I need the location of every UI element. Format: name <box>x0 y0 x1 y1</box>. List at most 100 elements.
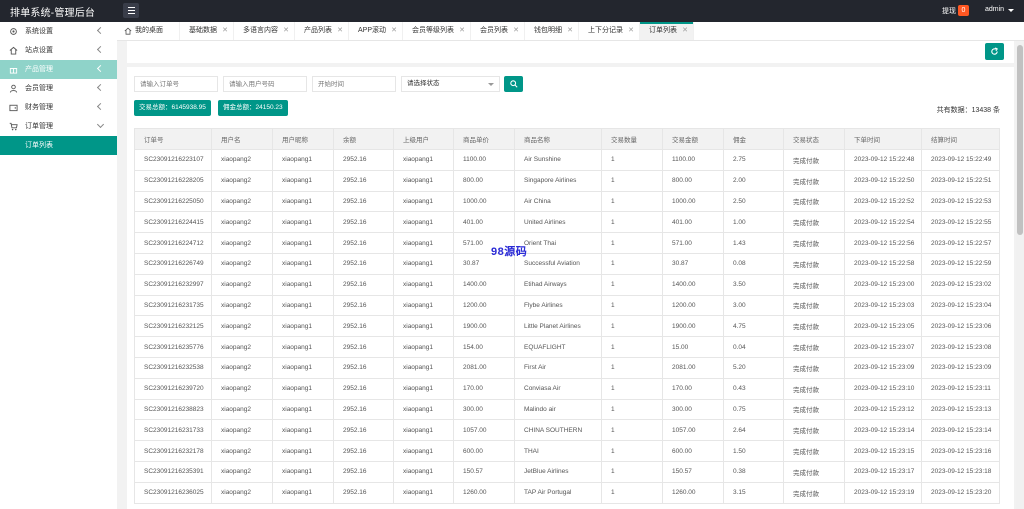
user-menu[interactable]: admin <box>985 6 1004 13</box>
close-icon[interactable]: ✕ <box>337 22 343 40</box>
scrollbar-thumb[interactable] <box>1017 45 1023 235</box>
table-cell: xiaopang2 <box>211 149 273 171</box>
close-icon[interactable]: ✕ <box>682 22 688 40</box>
table-cell: xiaopang1 <box>272 294 334 317</box>
table-row[interactable]: SC23091216223107 xiaopang2 xiaopang1 2952.1… <box>134 149 1000 171</box>
table-row[interactable]: SC23091216232125 xiaopang2 xiaopang1 2952.1… <box>134 315 1000 338</box>
sidebar-item-finance-management[interactable]: 财务管理 <box>0 98 117 117</box>
tab-wallet-details[interactable]: 钱包明细 ✕ <box>525 22 580 40</box>
close-icon[interactable]: ✕ <box>567 22 573 40</box>
close-icon[interactable]: ✕ <box>513 22 519 40</box>
table-row[interactable]: SC23091216231735 xiaopang2 xiaopang1 2952.1… <box>134 294 1000 317</box>
table-cell: xiaopang2 <box>211 398 273 421</box>
commission-total-button[interactable]: 佣金总额：24150.23 <box>218 100 288 116</box>
main-content: 请选择状态 交易总额：6145938.95 佣金总额：24150.23 共有数据… <box>127 41 1014 509</box>
table-cell: 完成付款 <box>783 377 845 400</box>
tab-app-scroll[interactable]: APP滚动 ✕ <box>349 22 404 40</box>
table-row[interactable]: SC23091216228205 xiaopang2 xiaopang1 2952.1… <box>134 169 1000 192</box>
sidebar-item-site-settings[interactable]: 站点设置 <box>0 41 117 60</box>
table-cell: xiaopang1 <box>272 356 334 379</box>
table-cell: 1000.00 <box>662 190 724 213</box>
table-cell: 1900.00 <box>662 315 724 338</box>
user-phone-input[interactable] <box>223 76 307 92</box>
sidebar-subitem-order-list[interactable]: 订单列表 <box>0 136 117 155</box>
withdraw-link[interactable]: 提现 <box>942 6 956 16</box>
sidebar-item-product-management[interactable]: 产品管理 <box>0 60 117 79</box>
tab-balance-records[interactable]: 上下分记录 ✕ <box>579 22 641 40</box>
table-row[interactable]: SC23091216226749 xiaopang2 xiaopang1 2952.1… <box>134 252 1000 275</box>
table-cell: THAI <box>514 440 602 462</box>
table-cell: 0.75 <box>723 398 784 421</box>
sidebar-item-member-management[interactable]: 会员管理 <box>0 79 117 98</box>
sidebar-item-order-management[interactable]: 订单管理 <box>0 117 117 136</box>
table-row[interactable]: SC23091216225050 xiaopang2 xiaopang1 2952.1… <box>134 190 1000 213</box>
table-cell: 1 <box>601 481 663 504</box>
table-cell: 2023-09-12 15:23:18 <box>921 460 1000 483</box>
trade-total-button[interactable]: 交易总额：6145938.95 <box>134 100 211 116</box>
table-row[interactable]: SC23091216232538 xiaopang2 xiaopang1 2952.1… <box>134 356 1000 379</box>
table-row[interactable]: SC23091216224415 xiaopang2 xiaopang1 2952.1… <box>134 211 1000 234</box>
table-cell: 完成付款 <box>783 460 845 483</box>
table-cell: 150.57 <box>453 460 515 483</box>
table-cell: 2023-09-12 15:23:12 <box>844 398 922 421</box>
close-icon[interactable]: ✕ <box>222 22 228 40</box>
table-cell: xiaopang1 <box>393 190 454 213</box>
table-row[interactable]: SC23091216231733 xiaopang2 xiaopang1 2952.1… <box>134 419 1000 442</box>
table-cell: 1400.00 <box>453 273 515 296</box>
table-cell: 2952.16 <box>333 169 394 192</box>
table-row[interactable]: SC23091216235391 xiaopang2 xiaopang1 2952.1… <box>134 460 1000 483</box>
table-cell: SC23091216235391 <box>134 460 212 483</box>
table-cell: 154.00 <box>453 336 515 358</box>
tab-member-levels[interactable]: 会员等级列表 ✕ <box>403 22 472 40</box>
menu-toggle-button[interactable] <box>123 3 139 18</box>
tab-product-list[interactable]: 产品列表 ✕ <box>295 22 349 40</box>
tab-multilingual[interactable]: 多语言内容 ✕ <box>234 22 295 40</box>
refresh-button[interactable] <box>985 43 1004 60</box>
table-row[interactable]: SC23091216238823 xiaopang2 xiaopang1 2952.1… <box>134 398 1000 421</box>
table-cell: 2023-09-12 15:22:52 <box>844 190 922 213</box>
tab-label: 会员列表 <box>480 27 509 34</box>
sidebar-item-system-settings[interactable]: 系统设置 <box>0 22 117 41</box>
table-cell: SC23091216232997 <box>134 273 212 296</box>
tab-member-list[interactable]: 会员列表 ✕ <box>471 22 526 40</box>
table-cell: 完成付款 <box>783 252 845 275</box>
table-cell: xiaopang2 <box>211 377 273 400</box>
table-cell: 600.00 <box>662 440 724 462</box>
table-cell: 2023-09-12 15:23:14 <box>921 419 1000 442</box>
tab-order-list[interactable]: 订单列表 ✕ <box>640 22 695 40</box>
table-cell: 1 <box>601 460 663 483</box>
table-cell: 1260.00 <box>453 481 515 504</box>
tab-my-desktop[interactable]: 我的桌面 <box>117 22 180 40</box>
table-cell: 1.00 <box>723 211 784 234</box>
table-cell: 2952.16 <box>333 460 394 483</box>
table-cell: xiaopang1 <box>393 460 454 483</box>
table-cell: SC23091216235776 <box>134 336 212 358</box>
table-cell: 2023-09-12 15:22:53 <box>921 190 1000 213</box>
table-row[interactable]: SC23091216239720 xiaopang2 xiaopang1 2952.1… <box>134 377 1000 400</box>
status-select[interactable]: 请选择状态 <box>401 76 500 92</box>
close-icon[interactable]: ✕ <box>283 22 289 40</box>
table-cell: xiaopang1 <box>393 232 454 254</box>
table-cell: 2023-09-12 15:23:05 <box>844 315 922 338</box>
table-row[interactable]: SC23091216224712 xiaopang2 xiaopang1 2952.1… <box>134 232 1000 254</box>
table-cell: 4.75 <box>723 315 784 338</box>
search-button[interactable] <box>504 76 523 92</box>
table-cell: xiaopang1 <box>393 294 454 317</box>
table-row[interactable]: SC23091216232997 xiaopang2 xiaopang1 2952.1… <box>134 273 1000 296</box>
table-cell: 5.20 <box>723 356 784 379</box>
table-row[interactable]: SC23091216232178 xiaopang2 xiaopang1 2952.1… <box>134 440 1000 462</box>
table-cell: xiaopang1 <box>393 481 454 504</box>
close-icon[interactable]: ✕ <box>628 22 634 40</box>
table-row[interactable]: SC23091216235776 xiaopang2 xiaopang1 2952.1… <box>134 336 1000 358</box>
table-cell: 1057.00 <box>662 419 724 442</box>
start-time-input[interactable] <box>312 76 396 92</box>
table-cell: Air China <box>514 190 602 213</box>
tab-basic-data[interactable]: 基础数据 ✕ <box>180 22 234 40</box>
page-scrollbar[interactable] <box>1016 41 1024 509</box>
table-row[interactable]: SC23091216236025 xiaopang2 xiaopang1 2952.1… <box>134 481 1000 504</box>
close-icon[interactable]: ✕ <box>391 22 397 40</box>
table-cell: United Airlines <box>514 211 602 234</box>
close-icon[interactable]: ✕ <box>459 22 465 40</box>
order-number-input[interactable] <box>134 76 218 92</box>
table-cell: 1 <box>601 149 663 171</box>
